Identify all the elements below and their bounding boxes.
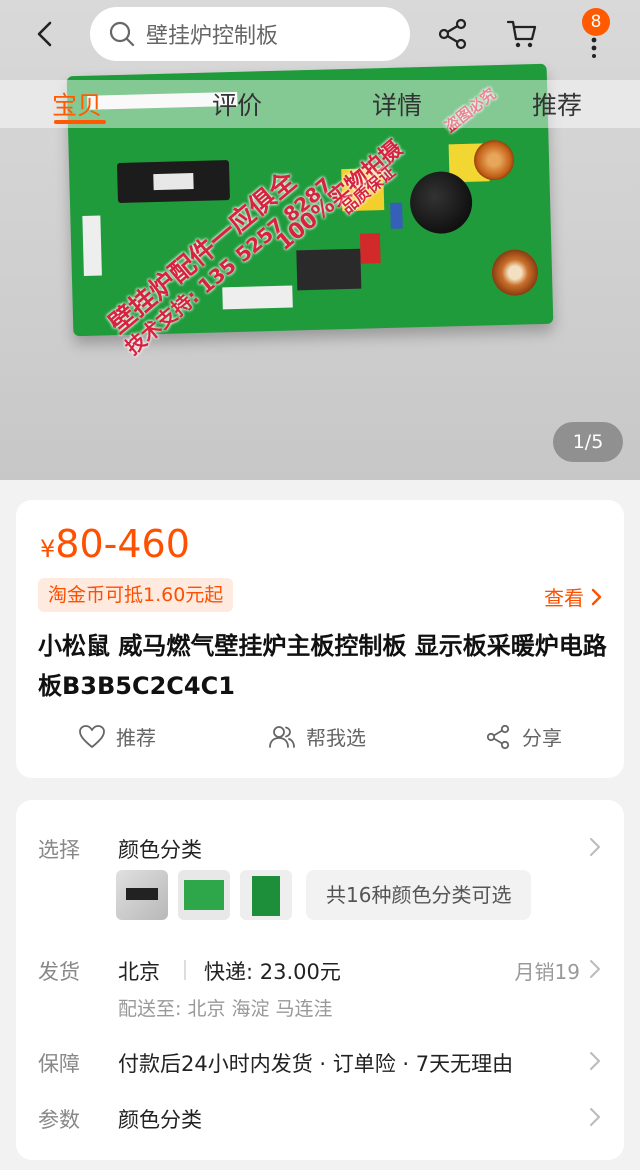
chevron-right-icon xyxy=(590,960,600,978)
heart-icon xyxy=(79,724,105,748)
shipping-fee: 快递: 23.00元 xyxy=(204,960,341,984)
product-actions: 推荐 帮我选 分享 xyxy=(16,722,624,762)
people-icon xyxy=(269,725,295,748)
price-range: 80-460 xyxy=(55,522,190,566)
select-value: 颜色分类 xyxy=(118,838,202,862)
coin-discount-tag: 淘金币可抵1.60元起 xyxy=(38,578,234,612)
help-choose-button[interactable]: 帮我选 xyxy=(268,722,366,751)
tab-baobei[interactable]: 宝贝 xyxy=(52,86,102,122)
currency-symbol: ¥ xyxy=(40,535,56,563)
variant-thumbnails: 共16种颜色分类可选 xyxy=(116,870,532,920)
more-variants-button[interactable]: 共16种颜色分类可选 xyxy=(306,870,532,920)
price: ¥80-460 xyxy=(40,522,190,566)
ship-to: 配送至: 北京 海淀 马连洼 xyxy=(118,998,333,1020)
shipping-row[interactable]: 发货 北京 快递: 23.00元 月销19 配送至: 北京 海淀 马连洼 xyxy=(16,956,624,1026)
tab-reviews[interactable]: 评价 xyxy=(212,86,262,122)
chevron-right-icon xyxy=(590,838,600,856)
select-row[interactable]: 选择 颜色分类 共16种颜色分类可选 xyxy=(16,834,624,958)
details-card: 选择 颜色分类 共16种颜色分类可选 发货 北京 快递: 23.00元 月销19… xyxy=(16,800,624,1160)
view-link[interactable]: 查看 xyxy=(544,582,604,611)
params-value: 颜色分类 xyxy=(118,1108,202,1132)
active-tab-indicator xyxy=(54,120,106,124)
product-page: 壁挂炉配件一应俱全 技术支持: 135 5257 8287 100%实物拍摄 品… xyxy=(0,0,640,1170)
help-choose-label: 帮我选 xyxy=(306,726,366,750)
view-label: 查看 xyxy=(544,586,584,610)
share-icon xyxy=(486,724,510,749)
cart-icon[interactable] xyxy=(505,17,539,51)
shipping-label: 发货 xyxy=(38,960,80,984)
price-card: ¥80-460 淘金币可抵1.60元起 查看 小松鼠 威马燃气壁挂炉主板控制板 … xyxy=(16,500,624,778)
chevron-right-icon xyxy=(590,1108,600,1126)
params-row[interactable]: 参数 颜色分类 xyxy=(16,1104,624,1134)
guarantee-label: 保障 xyxy=(38,1052,80,1076)
recommend-label: 推荐 xyxy=(116,726,156,750)
share-button[interactable]: 分享 xyxy=(484,722,562,751)
tab-recommend[interactable]: 推荐 xyxy=(532,86,582,122)
variant-thumbnail[interactable] xyxy=(178,870,230,920)
monthly-sales: 月销19 xyxy=(514,960,580,984)
divider xyxy=(184,960,186,980)
ship-from: 北京 xyxy=(118,960,160,984)
product-title: 小松鼠 威马燃气壁挂炉主板控制板 显示板采暖炉电路板B3B5C2C4C1 xyxy=(38,632,607,700)
select-label: 选择 xyxy=(38,838,80,862)
chevron-right-icon xyxy=(590,1052,600,1070)
chevron-right-icon xyxy=(591,588,602,605)
cart-badge: 8 xyxy=(582,8,610,36)
share-label: 分享 xyxy=(522,726,562,750)
top-bar: 壁挂炉控制板 8 xyxy=(0,0,640,68)
back-arrow-icon[interactable] xyxy=(30,18,62,50)
section-tabs: 宝贝 评价 详情 推荐 xyxy=(0,80,640,128)
recommend-button[interactable]: 推荐 xyxy=(78,722,156,751)
search-bar[interactable]: 壁挂炉控制板 xyxy=(90,7,410,61)
image-pager: 1/5 xyxy=(553,422,623,462)
share-icon[interactable] xyxy=(436,17,470,51)
variant-thumbnail[interactable] xyxy=(240,870,292,920)
guarantee-value: 付款后24小时内发货 · 订单险 · 7天无理由 xyxy=(118,1052,514,1076)
params-label: 参数 xyxy=(38,1108,80,1132)
search-input[interactable]: 壁挂炉控制板 xyxy=(146,18,278,50)
product-image[interactable]: 壁挂炉配件一应俱全 技术支持: 135 5257 8287 100%实物拍摄 品… xyxy=(0,0,640,480)
tab-details[interactable]: 详情 xyxy=(372,86,422,122)
variant-thumbnail[interactable] xyxy=(116,870,168,920)
guarantee-row[interactable]: 保障 付款后24小时内发货 · 订单险 · 7天无理由 xyxy=(16,1048,624,1078)
search-icon xyxy=(109,21,135,47)
